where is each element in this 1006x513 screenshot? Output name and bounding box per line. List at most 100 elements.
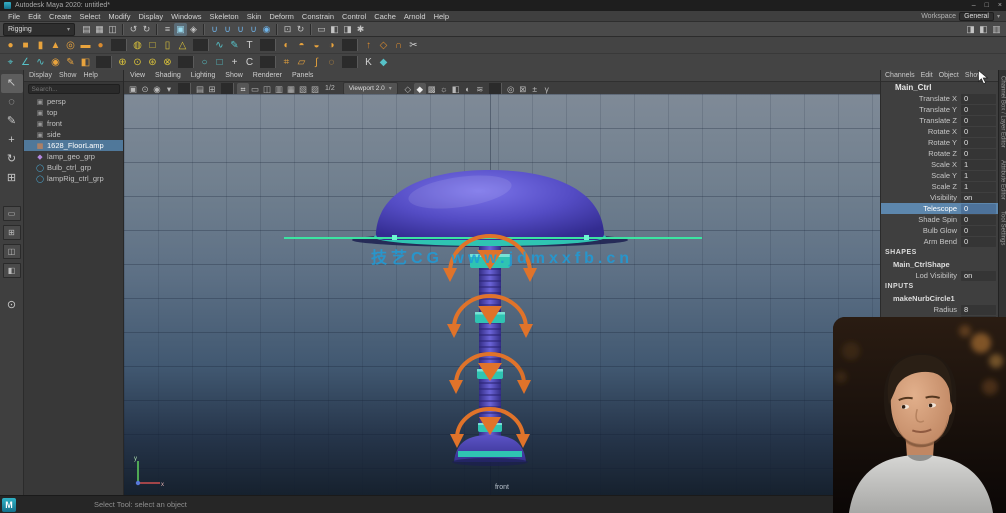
channel-row[interactable]: Bulb Glow 0 — [881, 225, 998, 236]
maya-taskbar-icon[interactable]: M — [2, 498, 16, 512]
snap-to-curve-icon[interactable]: ∪ — [221, 23, 234, 36]
ambient-occlusion-icon[interactable]: ◐ — [462, 83, 474, 95]
channel-value-field[interactable]: 0 — [961, 237, 996, 247]
select-object-icon[interactable]: ▣ — [174, 23, 187, 36]
save-scene-icon[interactable]: ◫ — [106, 23, 119, 36]
snap-to-plane-icon[interactable]: ∪ — [247, 23, 260, 36]
separator[interactable] — [193, 39, 209, 51]
channel-row[interactable]: Visibility on — [881, 192, 998, 203]
wrap-deformer-icon[interactable]: ◌ — [324, 55, 339, 70]
menu-item[interactable]: Edit — [24, 12, 45, 21]
channel-value-field[interactable]: 0 — [961, 204, 996, 214]
separator[interactable] — [489, 83, 502, 95]
menu-item[interactable]: Constrain — [298, 12, 338, 21]
grid-toggle-icon[interactable]: ⌗ — [237, 83, 249, 95]
channel-row[interactable]: Arm Bend 0 — [881, 236, 998, 247]
outliner-search-input[interactable] — [28, 84, 120, 94]
anti-alias-icon[interactable]: ≋ — [474, 83, 486, 95]
poly-cube-icon[interactable]: ■ — [18, 38, 33, 53]
channel-row[interactable]: Scale Z 1 — [881, 181, 998, 192]
rotate-tool[interactable]: ↻ — [1, 150, 23, 169]
viewport-menu-item[interactable]: Renderer — [253, 72, 282, 79]
separator[interactable] — [221, 83, 234, 95]
text-tool-icon[interactable]: T — [242, 38, 257, 53]
combine-icon[interactable]: ◓ — [294, 38, 309, 53]
lattice-icon[interactable]: ⌗ — [279, 55, 294, 70]
sidebar-attribute-editor-icon[interactable]: ◨ — [964, 23, 977, 36]
safe-action-icon[interactable]: ▧ — [297, 83, 309, 95]
point-constraint-icon[interactable]: ⊙ — [130, 55, 145, 70]
four-pane-layout-button[interactable]: ⊞ — [3, 225, 21, 240]
spacer[interactable] — [1, 188, 23, 204]
channel-value-field[interactable]: 0 — [961, 105, 996, 115]
menu-item[interactable]: Skin — [243, 12, 266, 21]
menu-item[interactable]: Windows — [167, 12, 205, 21]
control-square-icon[interactable]: □ — [212, 55, 227, 70]
menu-item[interactable]: Arnold — [400, 12, 430, 21]
poly-cylinder-icon[interactable]: ▮ — [33, 38, 48, 53]
bridge-icon[interactable]: ∩ — [391, 38, 406, 53]
channel-value-field[interactable]: 0 — [961, 215, 996, 225]
lock-camera-icon[interactable]: ⊙ — [139, 83, 151, 95]
poly-cone-icon[interactable]: ▲ — [48, 38, 63, 53]
nurbs-cube-icon[interactable]: □ — [145, 38, 160, 53]
menu-item[interactable]: File — [4, 12, 24, 21]
input-operations-icon[interactable]: ⊡ — [281, 23, 294, 36]
menu-item[interactable]: Display — [135, 12, 168, 21]
channel-row[interactable]: Telescope 0 — [881, 203, 998, 214]
workspace-selector[interactable]: Workspace General ▾ — [921, 12, 1000, 21]
close-button[interactable]: × — [998, 2, 1002, 9]
select-component-icon[interactable]: ◈ — [187, 23, 200, 36]
menu-item[interactable]: Create — [45, 12, 76, 21]
magnifier-icon[interactable]: ⊙ — [1, 296, 23, 315]
outliner-item-floorlamp[interactable]: ▦ 1628_FloorLamp — [24, 140, 123, 151]
channel-value-field[interactable]: 0 — [961, 226, 996, 236]
separator[interactable] — [342, 56, 358, 68]
isolate-select-icon[interactable]: ◎ — [505, 83, 517, 95]
separator[interactable] — [122, 24, 124, 35]
lasso-tool[interactable]: ◌ — [1, 93, 23, 112]
channel-row[interactable]: Rotate Y 0 — [881, 137, 998, 148]
channel-row[interactable]: Scale Y 1 — [881, 170, 998, 181]
render-current-frame-icon[interactable]: ◧ — [328, 23, 341, 36]
channel-value-field[interactable]: 0 — [961, 116, 996, 126]
boolean-union-icon[interactable]: ◐ — [279, 38, 294, 53]
shadows-icon[interactable]: ◧ — [450, 83, 462, 95]
bevel-icon[interactable]: ◇ — [376, 38, 391, 53]
hypershade-icon[interactable]: ◆ — [376, 55, 391, 70]
menu-item[interactable]: Cache — [370, 12, 400, 21]
paint-select-tool[interactable]: ✎ — [1, 112, 23, 131]
select-tool[interactable]: ↖ — [1, 74, 23, 93]
menu-item[interactable]: Select — [76, 12, 105, 21]
select-hierarchy-icon[interactable]: ≡ — [161, 23, 174, 36]
channel-value-field[interactable]: on — [961, 193, 996, 203]
poly-plane-icon[interactable]: ▬ — [78, 38, 93, 53]
menu-set-selector[interactable]: Rigging ▾ — [3, 23, 75, 36]
separator[interactable] — [276, 24, 278, 35]
paint-weights-icon[interactable]: ✎ — [63, 55, 78, 70]
nurbs-cylinder-icon[interactable]: ▯ — [160, 38, 175, 53]
menu-item[interactable]: Control — [338, 12, 370, 21]
spacer[interactable] — [1, 280, 23, 296]
control-circle-icon[interactable]: ○ — [197, 55, 212, 70]
channel-value-field[interactable]: 0 — [961, 138, 996, 148]
blend-shape-icon[interactable]: ▱ — [294, 55, 309, 70]
snap-to-grid-icon[interactable]: ∪ — [208, 23, 221, 36]
menu-item[interactable]: Modify — [104, 12, 134, 21]
channel-value-field[interactable]: on — [961, 271, 996, 281]
shape-node-name[interactable]: Main_CtrlShape — [881, 259, 998, 270]
channel-row[interactable]: Radius 8 — [881, 304, 998, 315]
input-node-name[interactable]: makeNurbCircle1 — [881, 293, 998, 304]
bind-skin-icon[interactable]: ◉ — [48, 55, 63, 70]
field-chart-icon[interactable]: ▦ — [285, 83, 297, 95]
ik-handle-icon[interactable]: ∠ — [18, 55, 33, 70]
poly-disc-icon[interactable]: ● — [93, 38, 108, 53]
outliner-item-persp[interactable]: ▣ persp — [24, 96, 123, 107]
xray-icon[interactable]: ⊠ — [517, 83, 529, 95]
channel-value-field[interactable]: 1 — [961, 171, 996, 181]
channel-row[interactable]: Lod Visibility on — [881, 270, 998, 281]
separator[interactable] — [342, 39, 358, 51]
separator[interactable] — [260, 39, 276, 51]
outliner-item-side[interactable]: ▣ side — [24, 129, 123, 140]
separator[interactable] — [203, 24, 205, 35]
